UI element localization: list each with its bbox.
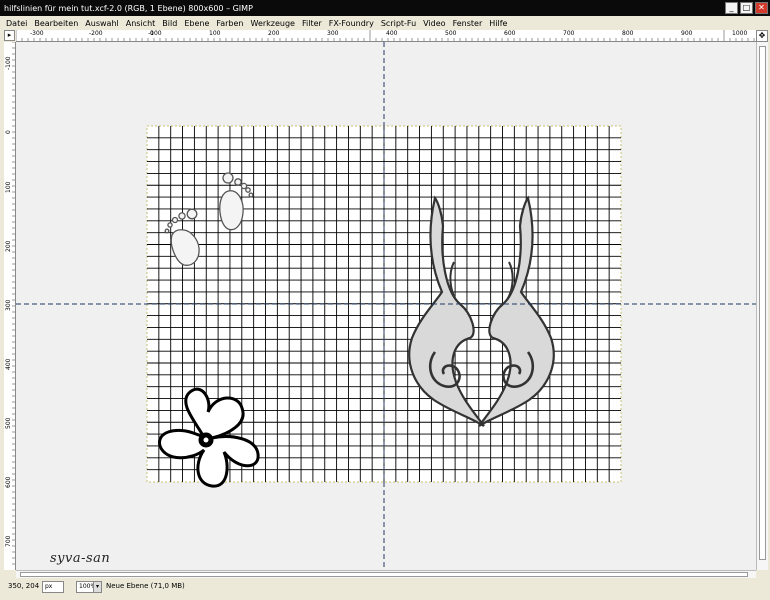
title-bar: hilfslinien für mein tut.xcf-2.0 (RGB, 1… bbox=[0, 0, 770, 16]
horizontal-scrollbar[interactable] bbox=[16, 570, 756, 578]
menu-datei[interactable]: Datei bbox=[6, 19, 27, 28]
h-ruler-label: 900 bbox=[681, 30, 693, 37]
h-ruler-label: 200 bbox=[268, 30, 280, 37]
vertical-scrollbar[interactable] bbox=[756, 42, 768, 570]
minimize-button[interactable]: _ bbox=[725, 2, 738, 14]
v-ruler-label: 700 bbox=[5, 535, 12, 547]
menu-fenster[interactable]: Fenster bbox=[453, 19, 483, 28]
h-ruler-label: 300 bbox=[327, 30, 339, 37]
menu-farben[interactable]: Farben bbox=[216, 19, 243, 28]
vertical-scroll-thumb[interactable] bbox=[759, 46, 766, 560]
v-ruler-label: 400 bbox=[5, 358, 12, 370]
close-button[interactable]: ✕ bbox=[755, 2, 768, 14]
menu-bearbeiten[interactable]: Bearbeiten bbox=[34, 19, 78, 28]
v-ruler-label: 500 bbox=[5, 417, 12, 429]
quick-mask-toggle[interactable]: ▸ bbox=[4, 30, 15, 41]
menu-script-fu[interactable]: Script-Fu bbox=[381, 19, 416, 28]
h-ruler-label: 100 bbox=[209, 30, 221, 37]
v-ruler-label: 300 bbox=[5, 299, 12, 311]
h-ruler-label: 800 bbox=[622, 30, 634, 37]
v-ruler-label: 200 bbox=[5, 240, 12, 252]
menu-video[interactable]: Video bbox=[423, 19, 445, 28]
menu-bar: Datei Bearbeiten Auswahl Ansicht Bild Eb… bbox=[0, 16, 770, 30]
status-bar: 350, 204 px 100% ▾ Neue Ebene (71,0 MB) bbox=[0, 578, 770, 600]
unit-select[interactable]: px bbox=[42, 581, 64, 593]
pointer-coordinates: 350, 204 bbox=[8, 582, 40, 590]
h-ruler-label: 0 bbox=[150, 30, 154, 37]
menu-werkzeuge[interactable]: Werkzeuge bbox=[251, 19, 295, 28]
navigate-icon[interactable]: ✥ bbox=[756, 30, 768, 42]
horizontal-scroll-thumb[interactable] bbox=[20, 572, 748, 577]
menu-fx-foundry[interactable]: FX-Foundry bbox=[329, 19, 374, 28]
menu-hilfe[interactable]: Hilfe bbox=[489, 19, 507, 28]
signature-text: syva-san bbox=[50, 551, 111, 566]
maximize-button[interactable]: □ bbox=[740, 2, 753, 14]
h-ruler-label: 500 bbox=[445, 30, 457, 37]
gimp-window: hilfslinien für mein tut.xcf-2.0 (RGB, 1… bbox=[0, 0, 770, 600]
horizontal-ruler[interactable]: -300 -200 -100 0 100 200 300 400 500 600… bbox=[16, 30, 756, 42]
h-ruler-label: 700 bbox=[563, 30, 575, 37]
image-canvas[interactable] bbox=[16, 42, 756, 570]
h-ruler-label: 1000 bbox=[732, 30, 748, 37]
menu-auswahl[interactable]: Auswahl bbox=[85, 19, 118, 28]
layer-status: Neue Ebene (71,0 MB) bbox=[106, 582, 185, 590]
h-ruler-label: -200 bbox=[89, 30, 103, 37]
menu-filter[interactable]: Filter bbox=[302, 19, 322, 28]
v-ruler-label: 100 bbox=[5, 181, 12, 193]
vertical-ruler[interactable]: -100 0 100 200 300 400 500 600 700 bbox=[4, 42, 16, 570]
window-title: hilfslinien für mein tut.xcf-2.0 (RGB, 1… bbox=[4, 3, 253, 13]
menu-ebene[interactable]: Ebene bbox=[184, 19, 209, 28]
v-ruler-label: 0 bbox=[5, 130, 12, 134]
zoom-dropdown-icon[interactable]: ▾ bbox=[93, 581, 102, 593]
menu-ansicht[interactable]: Ansicht bbox=[126, 19, 156, 28]
menu-bild[interactable]: Bild bbox=[162, 19, 177, 28]
v-ruler-label: 600 bbox=[5, 476, 12, 488]
v-ruler-label: -100 bbox=[5, 56, 12, 70]
h-ruler-label: 400 bbox=[386, 30, 398, 37]
canvas-viewport[interactable] bbox=[16, 42, 756, 570]
h-ruler-label: 600 bbox=[504, 30, 516, 37]
h-ruler-label: -300 bbox=[30, 30, 44, 37]
